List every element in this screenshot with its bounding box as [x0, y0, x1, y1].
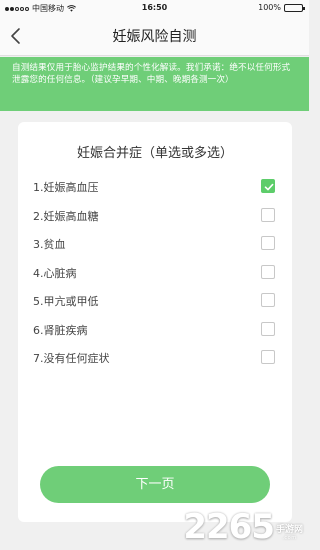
option-checkbox[interactable]: [261, 293, 275, 307]
checkmark-icon: [264, 183, 274, 191]
option-label: 7.没有任何症状: [33, 352, 110, 365]
navigation-bar: 妊娠风险自测: [0, 16, 309, 56]
page-title: 妊娠风险自测: [112, 29, 197, 45]
option-label: 5.甲亢或甲低: [33, 295, 99, 308]
battery-icon: [284, 3, 305, 12]
option-label: 6.肾脏疾病: [33, 323, 88, 337]
question-card: 妊娠合并症（单选或多选） 1.妊娠高血压 2.妊娠高血糖 3.贫血 4.心脏病 …: [18, 122, 292, 522]
next-page-button[interactable]: 下一页: [40, 466, 270, 503]
option-item[interactable]: 6.肾脏疾病: [18, 315, 292, 344]
option-label: 1.妊娠高血压: [33, 181, 99, 194]
option-checkbox[interactable]: [261, 236, 275, 250]
question-title: 妊娠合并症（单选或多选）: [76, 146, 233, 161]
battery-percent: 100%: [258, 3, 281, 12]
battery-info: 100%: [258, 3, 305, 12]
option-item[interactable]: 4.心脏病: [18, 258, 292, 287]
option-item[interactable]: 2.妊娠高血糖: [18, 201, 292, 230]
watermark-domain: .com: [282, 535, 297, 541]
option-label: 4.心脏病: [33, 266, 77, 280]
privacy-notice: 自测结果仅用于胎心监护结果的个性化解读。我们承诺：绝不以任何形式泄露您的任何信息…: [0, 57, 309, 111]
option-item[interactable]: 1.妊娠高血压: [18, 172, 292, 201]
watermark-logo: 2265 手游网 .com: [183, 510, 303, 544]
option-item[interactable]: 5.甲亢或甲低: [18, 286, 292, 315]
options-list: 1.妊娠高血压 2.妊娠高血糖 3.贫血 4.心脏病 5.甲亢或甲低 6.肾脏疾…: [18, 172, 292, 372]
option-item[interactable]: 7.没有任何症状: [18, 343, 292, 372]
status-bar: 中国移动 16:50 100%: [0, 0, 309, 16]
option-label: 2.妊娠高血糖: [33, 209, 99, 223]
option-checkbox[interactable]: [261, 264, 275, 279]
option-item[interactable]: 3.贫血: [18, 229, 292, 258]
option-checkbox[interactable]: [261, 207, 275, 222]
option-checkbox[interactable]: [261, 350, 275, 364]
option-label: 3.贫血: [33, 238, 66, 251]
option-checkbox[interactable]: [261, 179, 275, 193]
watermark-text: 手游网: [275, 525, 303, 535]
option-checkbox[interactable]: [261, 321, 275, 336]
watermark-number: 2265: [183, 507, 275, 547]
